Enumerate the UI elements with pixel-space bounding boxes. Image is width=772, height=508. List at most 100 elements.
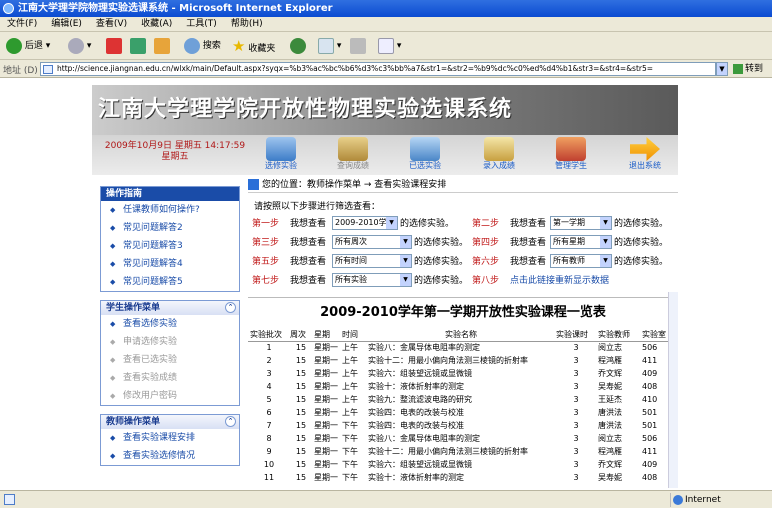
table-cell: 吴寿妮 [598, 473, 622, 482]
favorites-button[interactable]: ★ 收藏夹 [232, 36, 275, 56]
table-cell: 王延杰 [598, 395, 622, 404]
step-text: 的选修实验。 [614, 257, 669, 267]
student-menu-item[interactable]: 修改用户密码 [101, 387, 239, 405]
collapse-icon[interactable]: ⌃ [225, 302, 236, 313]
teacher-menu-item[interactable]: 查看实验选修情况 [101, 447, 239, 465]
print-button[interactable] [350, 36, 366, 56]
table-cell: 10 [263, 460, 275, 469]
student-menu-item[interactable]: 查看实验成绩 [101, 369, 239, 387]
stop-button[interactable] [106, 36, 122, 56]
forward-arrow-icon [68, 37, 84, 54]
table-cell: 实验十二：用最小偏向角法测三棱镜的折射率 [368, 447, 528, 456]
browser-toolbar: 后退 ▾ ▾ 搜索 ★ 收藏夹 ▾ ▾ [0, 32, 772, 60]
guide-item[interactable]: 常见问题解答3 [101, 237, 239, 255]
table-cell: 实验六：组装望远镜或显微镜 [368, 369, 472, 378]
refresh-data-link[interactable]: 点击此链接重新显示数据 [510, 273, 609, 286]
year-select[interactable]: 2009-2010学年 ▼ [332, 216, 398, 230]
table-cell: 实验六：组装望远镜或显微镜 [368, 460, 472, 469]
guide-item[interactable]: 常见问题解答5 [101, 273, 239, 291]
mail-button[interactable]: ▾ [318, 36, 341, 56]
globe-icon [673, 495, 683, 505]
guide-item[interactable]: 常见问题解答2 [101, 219, 239, 237]
menu-tools[interactable]: 工具(T) [179, 17, 224, 32]
guide-item[interactable]: 常见问题解答4 [101, 255, 239, 273]
nav-elective-experiments[interactable]: 选修实验 [254, 137, 308, 171]
student-menu-panel: 学生操作菜单⌃ 查看选修实验 申请选修实验 查看已选实验 查看实验成绩 修改用户… [100, 300, 240, 406]
table-cell: 星期一 [314, 395, 338, 404]
address-dropdown-button[interactable]: ▼ [716, 62, 728, 76]
table-cell: 15 [295, 369, 307, 378]
step-label: 第五步 [252, 257, 280, 267]
nav-manage-students[interactable]: 管理学生 [544, 137, 598, 171]
guide-item[interactable]: 任课教师如何操作? [101, 201, 239, 219]
table-cell: 星期一 [314, 382, 338, 391]
table-cell: 乔文辉 [598, 369, 622, 378]
nav-query-grades[interactable]: 查询成绩 [326, 137, 380, 171]
table-cell: 唐洪法 [598, 408, 622, 417]
address-input[interactable]: http://science.jiangnan.edu.cn/wlxk/main… [40, 62, 716, 76]
site-banner: 江南大学理学院开放性物理实验选课系统 [92, 85, 678, 135]
table-cell: 星期一 [314, 473, 338, 482]
content-scrollbar[interactable] [668, 292, 678, 488]
table-cell: 3 [573, 356, 579, 365]
step-text: 我想查看 [510, 257, 547, 267]
student-menu-item[interactable]: 申请选修实验 [101, 333, 239, 351]
menu-edit[interactable]: 编辑(E) [44, 17, 89, 32]
people-icon [556, 137, 586, 161]
table-cell: 3 [573, 382, 579, 391]
table-cell: 上午 [342, 382, 358, 391]
table-cell: 实验十：液体折射率的测定 [368, 473, 464, 482]
monitor-icon [410, 137, 440, 161]
table-row: 8 15 星期一 下午 实验八：金属导体电阻率的测定 3 阅立志 506 [248, 432, 678, 445]
book-globe-icon [266, 137, 296, 161]
go-button[interactable]: 转到 [733, 62, 763, 76]
menu-favorites[interactable]: 收藏(A) [134, 17, 179, 32]
student-menu-item[interactable]: 查看已选实验 [101, 351, 239, 369]
nav-enter-grades[interactable]: 录入成绩 [472, 137, 526, 171]
nav-selected-experiments[interactable]: 已选实验 [398, 137, 452, 171]
filter-row: 第五步 我想查看 所有时间 ▼ 的选修实验。 第六步 我想查看 所有教师 ▼ 的选修实验… [252, 254, 678, 273]
step-text: 我想查看 [290, 257, 327, 267]
table-cell: 15 [295, 421, 307, 430]
table-cell: 2 [266, 356, 272, 365]
table-row: 3 15 星期一 上午 实验六：组装望远镜或显微镜 3 乔文辉 409 [248, 367, 678, 380]
table-cell: 15 [295, 434, 307, 443]
exit-arrow-icon [630, 137, 660, 161]
table-cell: 阅立志 [598, 343, 622, 353]
student-menu-item[interactable]: 查看选修实验 [101, 315, 239, 333]
menu-file[interactable]: 文件(F) [0, 17, 44, 32]
table-cell: 15 [295, 408, 307, 417]
filter-instruction: 请按照以下步骤进行筛选查看： [254, 202, 381, 212]
nav-logout[interactable]: 退出系统 [618, 137, 672, 171]
printer-icon [350, 37, 366, 54]
security-zone: Internet [670, 493, 721, 507]
teacher-select[interactable]: 所有教师 ▼ [550, 254, 612, 268]
experiment-select[interactable]: 所有实验 ▼ [332, 273, 412, 287]
back-button[interactable]: 后退 ▾ [6, 36, 50, 56]
chevron-down-icon: ▼ [600, 236, 611, 248]
address-label: 地址 (D) [3, 66, 38, 76]
table-cell: 唐洪法 [598, 421, 622, 430]
table-row: 1 15 星期一 上午 实验八：金属导体电阻率的测定 3 阅立志 506 [248, 341, 678, 354]
edit-button[interactable]: ▾ [378, 36, 401, 56]
semester-select[interactable]: 第一学期 ▼ [550, 216, 612, 230]
teacher-menu-item[interactable]: 查看实验课程安排 [101, 429, 239, 447]
table-cell: 上午 [342, 343, 358, 353]
weekday-select[interactable]: 所有星期 ▼ [550, 235, 612, 249]
go-arrow-icon [733, 63, 743, 74]
table-cell: 3 [573, 473, 579, 482]
table-cell: 3 [573, 421, 579, 430]
refresh-button[interactable] [130, 36, 146, 56]
history-button[interactable] [290, 36, 306, 56]
home-button[interactable] [154, 36, 170, 56]
time-select[interactable]: 所有时间 ▼ [332, 254, 412, 268]
menu-view[interactable]: 查看(V) [89, 17, 134, 32]
step-text: 我想查看 [510, 238, 547, 248]
forward-button[interactable]: ▾ [68, 36, 91, 56]
week-select[interactable]: 所有周次 ▼ [332, 235, 412, 249]
search-button[interactable]: 搜索 [184, 36, 221, 56]
table-cell: 9 [266, 447, 272, 456]
menu-help[interactable]: 帮助(H) [224, 17, 270, 32]
teacher-menu-title: 教师操作菜单 ⌃ [101, 415, 239, 429]
collapse-icon[interactable]: ⌃ [225, 416, 236, 427]
